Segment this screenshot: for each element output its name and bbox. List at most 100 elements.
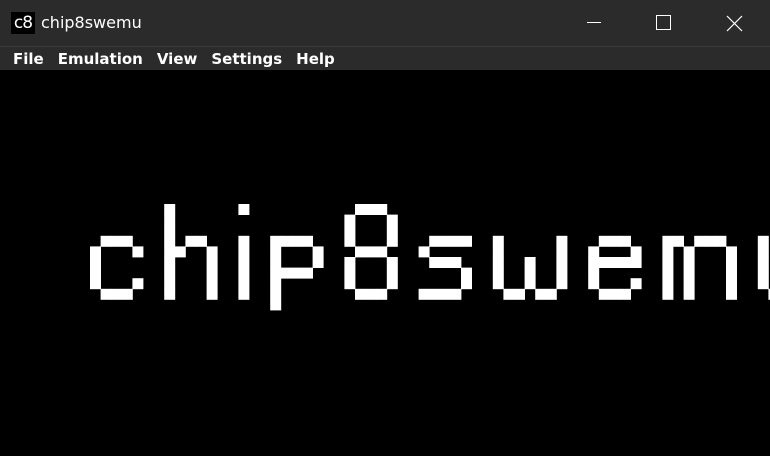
display-pixel bbox=[588, 278, 600, 290]
display-pixel bbox=[757, 235, 769, 247]
display-pixel bbox=[312, 246, 324, 258]
display-pixel bbox=[726, 246, 737, 258]
display-pixel bbox=[164, 246, 176, 258]
display-pixel bbox=[492, 257, 504, 268]
display-pixel bbox=[726, 288, 737, 300]
display-pixel bbox=[524, 278, 536, 290]
display-pixel bbox=[630, 278, 642, 290]
display-pixel bbox=[662, 278, 674, 290]
display-pixel bbox=[238, 204, 250, 215]
display-pixel bbox=[164, 257, 176, 268]
display-pixel bbox=[609, 257, 621, 268]
display-pixel bbox=[280, 235, 292, 247]
display-pixel bbox=[662, 267, 674, 279]
display-pixel bbox=[280, 267, 292, 279]
display-pixel bbox=[376, 204, 388, 215]
display-pixel bbox=[620, 235, 631, 247]
display-pixel bbox=[694, 235, 706, 247]
display-pixel bbox=[270, 235, 282, 247]
menu-bar: File Emulation View Settings Help bbox=[0, 46, 770, 70]
display-pixel bbox=[291, 235, 303, 247]
display-pixel bbox=[291, 267, 303, 279]
display-pixel bbox=[386, 257, 398, 268]
minimize-button[interactable] bbox=[574, 0, 620, 46]
display-pixel bbox=[164, 204, 176, 215]
menu-view[interactable]: View bbox=[150, 48, 205, 70]
display-pixel bbox=[312, 257, 324, 268]
display-pixel bbox=[556, 267, 568, 279]
display-pixel bbox=[121, 235, 133, 247]
display-pixel bbox=[344, 214, 356, 226]
display-pixel bbox=[164, 288, 176, 300]
maximize-icon bbox=[656, 15, 671, 30]
display-pixel bbox=[620, 257, 631, 268]
display-pixel bbox=[598, 235, 610, 247]
display-pixel bbox=[270, 288, 282, 300]
display-pixel bbox=[588, 257, 600, 268]
display-pixel bbox=[355, 288, 366, 300]
display-pixel bbox=[238, 235, 250, 247]
display-pixel bbox=[132, 278, 144, 290]
display-pixel bbox=[206, 257, 218, 268]
display-pixel bbox=[196, 235, 207, 247]
window-title: chip8swemu bbox=[41, 13, 142, 32]
display-pixel bbox=[620, 288, 631, 300]
display-pixel bbox=[726, 257, 737, 268]
display-pixel bbox=[757, 267, 769, 279]
display-pixel bbox=[461, 278, 472, 290]
display-pixel bbox=[704, 235, 716, 247]
display-pixel bbox=[386, 225, 398, 237]
display-pixel bbox=[206, 288, 218, 300]
display-pixel bbox=[365, 204, 377, 215]
display-pixel bbox=[450, 257, 462, 268]
display-pixel bbox=[439, 235, 451, 247]
close-icon bbox=[726, 15, 743, 32]
display-pixel bbox=[450, 288, 462, 300]
display-pixel bbox=[206, 267, 218, 279]
display-pixel bbox=[757, 257, 769, 268]
display-pixel bbox=[429, 235, 441, 247]
menu-file[interactable]: File bbox=[6, 48, 51, 70]
display-pixel bbox=[206, 246, 218, 258]
display-pixel bbox=[662, 246, 674, 258]
display-pixel bbox=[630, 257, 642, 268]
display-pixel bbox=[598, 288, 610, 300]
menu-emulation[interactable]: Emulation bbox=[51, 48, 150, 70]
menu-help[interactable]: Help bbox=[289, 48, 342, 70]
display-pixel bbox=[344, 278, 356, 290]
display-pixel bbox=[492, 235, 504, 247]
display-pixel bbox=[355, 204, 366, 215]
display-pixel bbox=[726, 278, 737, 290]
display-pixel bbox=[726, 267, 737, 279]
maximize-button[interactable] bbox=[640, 0, 686, 46]
display-pixel bbox=[100, 288, 112, 300]
display-pixel bbox=[164, 235, 176, 247]
display-pixel bbox=[355, 246, 366, 258]
display-pixel bbox=[270, 267, 282, 279]
display-pixel bbox=[365, 246, 377, 258]
display-pixel bbox=[461, 235, 472, 247]
display-pixel bbox=[185, 235, 197, 247]
close-button[interactable] bbox=[712, 0, 758, 46]
display-pixel bbox=[556, 235, 568, 247]
display-pixel bbox=[121, 288, 133, 300]
display-pixel bbox=[588, 267, 600, 279]
display-pixel bbox=[715, 235, 727, 247]
display-pixel bbox=[683, 257, 695, 268]
menu-settings[interactable]: Settings bbox=[204, 48, 289, 70]
display-pixel bbox=[132, 246, 144, 258]
display-pixel bbox=[673, 235, 684, 247]
display-pixel bbox=[439, 257, 451, 268]
display-pixel bbox=[386, 214, 398, 226]
display-pixel bbox=[238, 257, 250, 268]
display-pixel bbox=[429, 288, 441, 300]
chip8-app-icon: c8 bbox=[11, 12, 35, 34]
display-pixel bbox=[662, 288, 674, 300]
title-bar[interactable]: c8 chip8swemu bbox=[0, 0, 770, 46]
emulator-display[interactable] bbox=[0, 70, 770, 456]
minimize-icon bbox=[587, 22, 601, 23]
display-pixel bbox=[174, 246, 186, 258]
display-pixel bbox=[238, 288, 250, 300]
display-pixel bbox=[376, 246, 388, 258]
display-pixel bbox=[386, 235, 398, 247]
